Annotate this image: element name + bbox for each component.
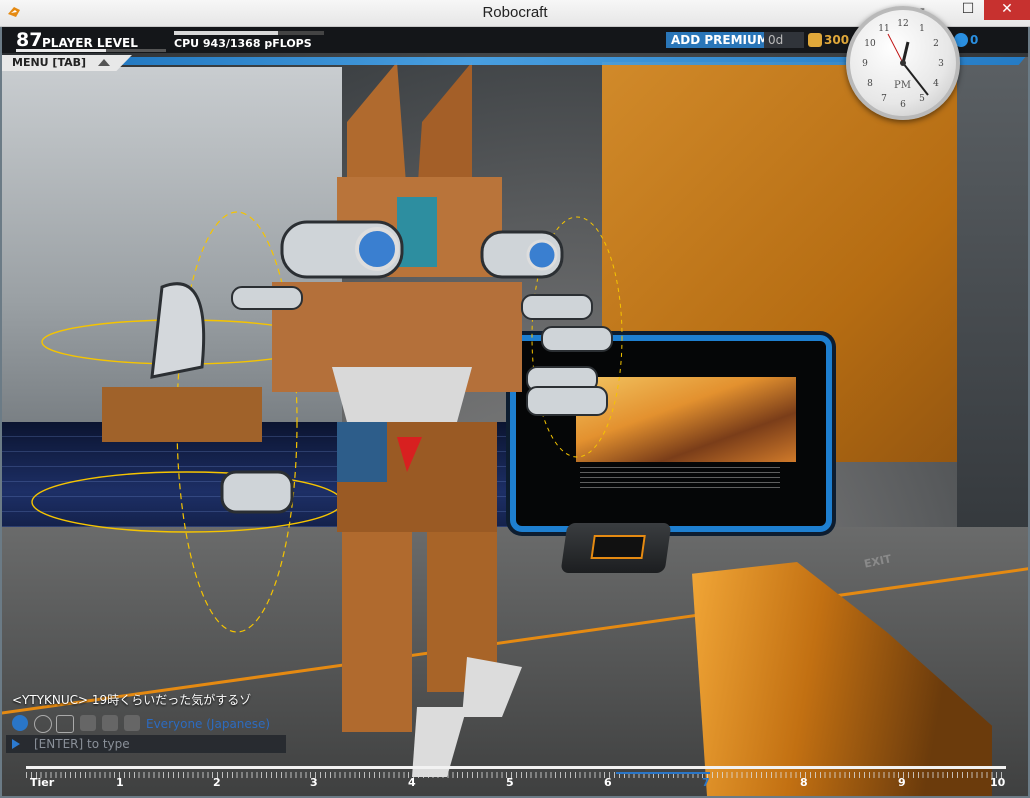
chat-panel: <YTYKNUC> 19時くらいだった気がするゾ Everyone (Japan… [6,687,306,759]
clock-pivot [900,60,906,66]
maximize-button[interactable]: ☐ [954,0,982,20]
robot-weapon [526,386,608,416]
tier-label: 4 [408,776,416,789]
chat-channel-name[interactable]: Everyone (Japanese) [146,717,270,731]
play-arrow-icon [12,739,20,749]
robot-arm-weapon [102,387,262,442]
chevron-up-icon [98,59,110,66]
player-level-number: 87 [16,29,43,51]
desktop-clock-gadget[interactable]: 12 1 2 3 4 5 6 7 8 9 10 11 PM [846,6,960,120]
friend-icon[interactable] [102,715,118,731]
robot-foot [462,657,522,717]
tier-bar: Tier 1 2 3 4 5 6 7 8 9 10 [26,766,1006,794]
robot-abdomen-panel [337,422,387,482]
tier-label: 3 [310,776,318,789]
clock-numeral: 5 [919,94,925,104]
chat-input-placeholder: [ENTER] to type [34,737,130,751]
clock-second-hand [887,33,904,64]
user-icon[interactable] [124,715,140,731]
tier-label-current: 7 [702,776,710,789]
robot-leg [342,532,412,732]
robot-ear [347,62,407,197]
clock-numeral: 7 [881,94,887,104]
clock-hour-hand [901,41,910,64]
cpu-progress [174,31,324,35]
menu-tab-button[interactable]: MENU [TAB] [2,55,132,71]
tier-label: 5 [506,776,514,789]
tier-current-highlight [616,772,710,774]
player-level-label: PLAYER LEVEL [42,36,138,50]
robot-weapon-lens [526,239,558,271]
robits-value: 300 [824,33,850,47]
clock-numeral: 11 [878,24,889,34]
robot-weapon-lens [355,227,399,271]
clock-numeral: 9 [862,59,868,69]
robot-weapon [231,286,303,310]
clock-pm-label: PM [894,80,911,91]
tier-label: 9 [898,776,906,789]
clock-numeral: 1 [919,24,925,34]
player-level-progress [16,49,166,52]
robot-ear [417,62,472,197]
clan-icon[interactable] [34,715,52,733]
chat-message: <YTYKNUC> 19時くらいだった気がするゾ [12,693,252,707]
tier-label: 10 [990,776,1006,789]
clock-numeral: 8 [867,79,873,89]
cc-value: 0 [970,33,979,47]
tier-label: Tier [30,776,55,789]
clock-numeral: 10 [864,39,876,49]
app-window: Robocraft — ☐ ✕ EXIT [0,0,1030,798]
robits-icon [808,33,822,47]
clock-numeral: 2 [933,39,939,49]
tier-label: 6 [604,776,612,789]
robot-torso-armor [332,367,472,422]
party-icon[interactable] [56,715,74,733]
add-premium-button[interactable]: ADD PREMIUM: [666,32,779,48]
clock-numeral: 3 [938,59,944,69]
tier-ticks [26,772,1006,778]
tier-label: 2 [213,776,221,789]
game-viewport[interactable]: EXIT 87 PLAYER LEVEL CPU 943/1368 pFLOPS… [2,27,1028,796]
clock-numeral: 6 [900,100,906,110]
tier-label: 8 [800,776,808,789]
robot-weapon [521,294,593,320]
cpu-readout: CPU 943/1368 pFLOPS [174,37,312,50]
selection-ring [31,471,343,533]
close-button[interactable]: ✕ [984,0,1030,20]
robot-weapon [220,470,294,514]
chat-channel-icons [12,715,142,733]
menu-label: MENU [TAB] [12,56,87,69]
robits-currency: 300 [808,32,849,48]
robot-arm [150,282,206,379]
cc-currency: 0 [954,32,978,48]
chat-input[interactable]: [ENTER] to type [6,735,286,753]
robot-weapon [541,326,613,352]
whisper-icon[interactable] [80,715,96,731]
clock-numeral: 4 [933,79,939,89]
premium-days: 0d [764,32,804,48]
clock-face: 12 1 2 3 4 5 6 7 8 9 10 11 [862,19,944,110]
globe-icon[interactable] [12,715,28,731]
tier-label: 1 [116,776,124,789]
clock-numeral: 12 [897,19,908,29]
tier-track [26,766,1006,769]
